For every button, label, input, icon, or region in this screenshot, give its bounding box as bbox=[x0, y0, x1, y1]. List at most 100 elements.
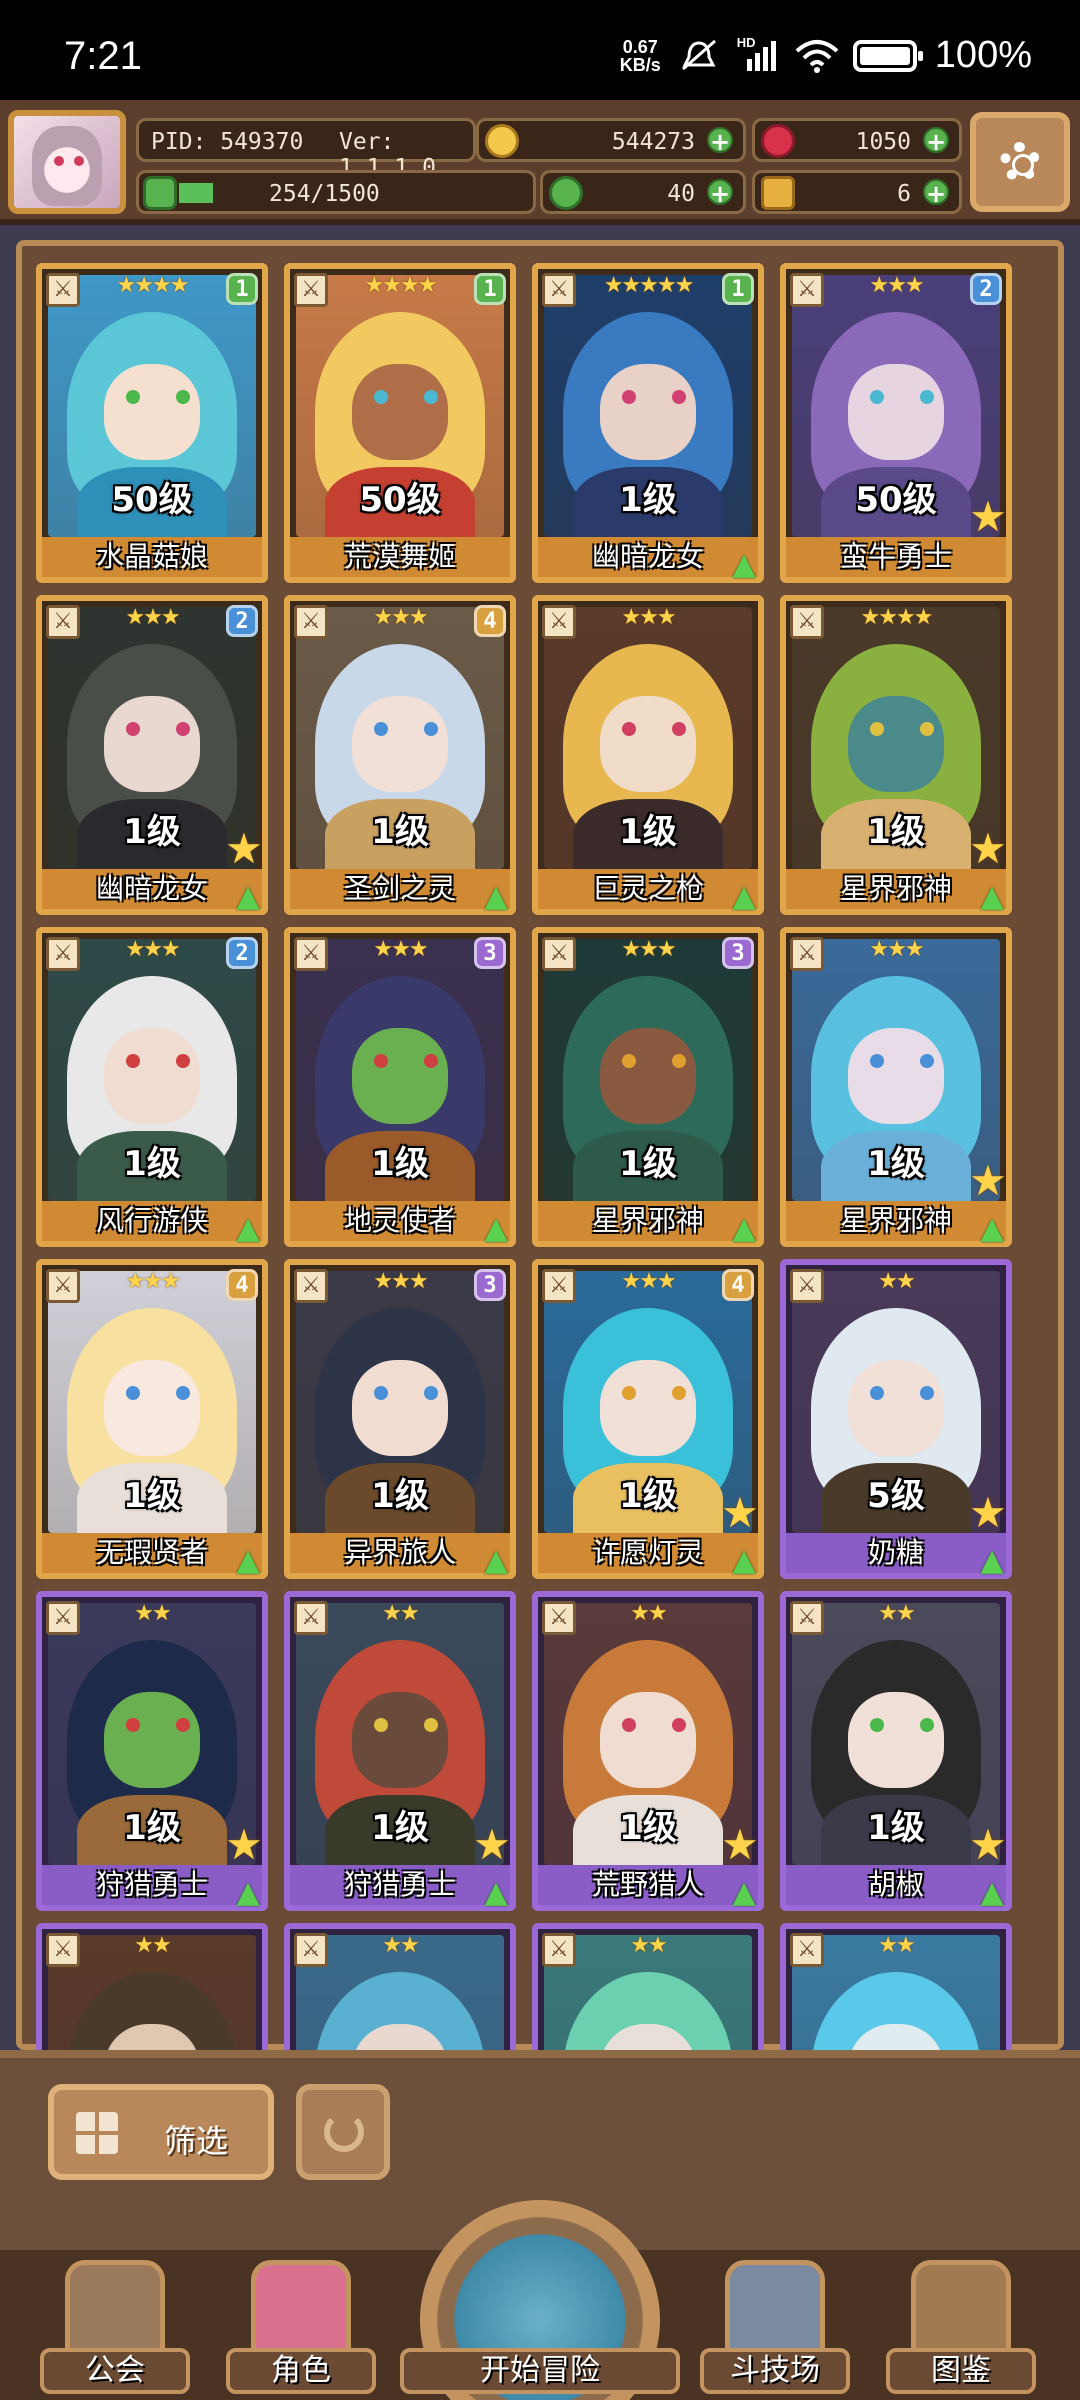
character-card[interactable]: ⚔ ★★★ 3 1级 地灵使者 ▲ bbox=[284, 927, 516, 1247]
arena-swords-icon bbox=[725, 2260, 825, 2356]
character-card[interactable]: ⚔ ★★★ 2 50级 蛮牛勇士 ★ bbox=[780, 263, 1012, 583]
gold-bar: 544273 + bbox=[476, 118, 746, 162]
nav-codex[interactable]: 图鉴 bbox=[886, 2260, 1036, 2400]
portrait-face bbox=[600, 1028, 696, 1125]
character-card[interactable]: ⚔ ★★★ 1级 巨灵之枪 ▲ bbox=[532, 595, 764, 915]
portrait-face bbox=[352, 1360, 448, 1457]
star-up-icon: ★ bbox=[969, 492, 1007, 541]
star-up-icon: ★ bbox=[473, 1820, 511, 1869]
energy-amount: 254/1500 bbox=[269, 181, 380, 207]
upgrade-arrow-icon: ▲ bbox=[236, 879, 260, 914]
signal-hd-label: HD bbox=[736, 34, 756, 50]
portrait-face bbox=[352, 696, 448, 793]
nav-guild[interactable]: 公会 bbox=[40, 2260, 190, 2400]
rank-badge: 3 bbox=[474, 1269, 506, 1301]
character-card[interactable]: ⚔ ★★★★ 1 50级 荒漠舞姬 bbox=[284, 263, 516, 583]
character-card[interactable]: ⚔ ★★ 5级 奶糖 ★ ▲ bbox=[780, 1259, 1012, 1579]
upgrade-arrow-icon: ▲ bbox=[236, 1875, 260, 1910]
key-amount: 6 bbox=[897, 181, 911, 207]
star-up-icon: ★ bbox=[969, 1820, 1007, 1869]
status-icons: 0.67 KB/s HD 100% bbox=[620, 34, 1032, 77]
star-up-icon: ★ bbox=[969, 824, 1007, 873]
nav-arena-label: 斗技场 bbox=[700, 2348, 850, 2394]
star-rating: ★★★ bbox=[869, 937, 924, 962]
nav-adventure[interactable]: 开始冒险 bbox=[400, 2200, 680, 2400]
nav-arena[interactable]: 斗技场 bbox=[700, 2260, 850, 2400]
character-card[interactable]: ⚔ ★★★ 3 1级 星界邪神 ▲ bbox=[532, 927, 764, 1247]
nav-codex-label: 图鉴 bbox=[886, 2348, 1036, 2394]
add-key-button[interactable]: + bbox=[923, 179, 949, 207]
nav-guild-label: 公会 bbox=[40, 2348, 190, 2394]
character-card[interactable]: ⚔ ★★★★★ 1 1级 幽暗龙女 ▲ bbox=[532, 263, 764, 583]
star-up-icon: ★ bbox=[721, 1820, 759, 1869]
character-grid[interactable]: ⚔ ★★★★ 1 50级 水晶菇娘 ⚔ ★★★★ 1 50级 荒漠舞姬 ⚔ ★★★★★ 1 1级 幽暗龙女 ▲… bbox=[36, 255, 1046, 2050]
player-avatar[interactable] bbox=[8, 110, 126, 214]
filter-button[interactable]: 筛选 bbox=[48, 2084, 274, 2180]
portrait-face bbox=[848, 1692, 944, 1789]
upgrade-arrow-icon: ▲ bbox=[732, 1211, 756, 1246]
clover-icon bbox=[549, 176, 583, 210]
character-card[interactable]: ⚔ ★★★★ 1 50级 水晶菇娘 bbox=[36, 263, 268, 583]
settings-button[interactable] bbox=[970, 112, 1070, 212]
portrait-face bbox=[848, 364, 944, 461]
character-card[interactable]: ⚔ ★★ 1级 胡椒 ★ ▲ bbox=[780, 1591, 1012, 1911]
portrait-face bbox=[848, 696, 944, 793]
portrait-face bbox=[848, 1360, 944, 1457]
rank-badge: 4 bbox=[722, 1269, 754, 1301]
upgrade-arrow-icon: ▲ bbox=[732, 879, 756, 914]
character-card[interactable]: ⚔ ★★★ 4 1级 圣剑之灵 ▲ bbox=[284, 595, 516, 915]
character-card[interactable]: ⚔ ★★ 1级 荒野猎人 ★ ▲ bbox=[532, 1591, 764, 1911]
upgrade-arrow-icon: ▲ bbox=[980, 879, 1004, 914]
gold-amount: 544273 bbox=[611, 129, 695, 155]
character-level: 1级 bbox=[371, 1144, 429, 1184]
character-card[interactable]: ⚔ ★★★ 2 1级 风行游侠 ▲ bbox=[36, 927, 268, 1247]
network-speed: 0.67 KB/s bbox=[620, 38, 661, 74]
star-up-icon: ★ bbox=[721, 1488, 759, 1537]
character-card[interactable]: ⚔ ★★★★ 1级 星界邪神 ★ ▲ bbox=[780, 595, 1012, 915]
upgrade-arrow-icon: ▲ bbox=[732, 1543, 756, 1578]
rank-badge: 4 bbox=[226, 1269, 258, 1301]
character-card[interactable]: ⚔ ★★★ 2 1级 幽暗龙女 ★ ▲ bbox=[36, 595, 268, 915]
star-rating: ★★★★ bbox=[860, 605, 934, 630]
player-id: PID: 549370 bbox=[151, 129, 304, 155]
character-card[interactable]: ⚔ ★★★ 4 1级 许愿灯灵 ★ ▲ bbox=[532, 1259, 764, 1579]
character-card[interactable]: ⚔ ★★★ 1级 星界邪神 ★ ▲ bbox=[780, 927, 1012, 1247]
character-card[interactable]: ⚔ ★★ 1级 狩猎勇士 ★ ▲ bbox=[284, 1591, 516, 1911]
signal-icon: HD bbox=[737, 35, 777, 73]
character-name: 荒漠舞姬 bbox=[290, 537, 510, 577]
character-card[interactable]: ⚔ ★★ 1级 狩猎勇士 ★ ▲ bbox=[36, 1591, 268, 1911]
add-clover-button[interactable]: + bbox=[707, 179, 733, 207]
character-level: 1级 bbox=[123, 1144, 181, 1184]
clover-energy-icon bbox=[143, 176, 177, 210]
portrait-face bbox=[104, 364, 200, 461]
upgrade-arrow-icon: ▲ bbox=[980, 1875, 1004, 1910]
character-level: 50级 bbox=[111, 480, 193, 520]
character-card[interactable]: ⚔ ★★★ 3 1级 异界旅人 ▲ bbox=[284, 1259, 516, 1579]
mute-icon bbox=[679, 39, 719, 73]
character-card[interactable]: ⚔ ★★ bbox=[532, 1923, 764, 2050]
rank-badge: 2 bbox=[226, 605, 258, 637]
rank-badge: 2 bbox=[226, 937, 258, 969]
character-level: 1级 bbox=[371, 1476, 429, 1516]
character-card[interactable]: ⚔ ★★ bbox=[780, 1923, 1012, 2050]
star-rating: ★★ bbox=[630, 1601, 667, 1626]
character-icon bbox=[251, 2260, 351, 2356]
player-info-bar: PID: 549370 Ver: 1.1.1.0 bbox=[136, 118, 476, 181]
star-rating: ★★ bbox=[134, 1933, 171, 1958]
add-gem-button[interactable]: + bbox=[923, 127, 949, 155]
nav-character[interactable]: 角色 bbox=[226, 2260, 376, 2400]
character-card[interactable]: ⚔ ★★ bbox=[36, 1923, 268, 2050]
nav-character-label: 角色 bbox=[226, 2348, 376, 2394]
add-gold-button[interactable]: + bbox=[707, 127, 733, 155]
portrait-face bbox=[352, 364, 448, 461]
character-card[interactable]: ⚔ ★★★ 4 1级 无瑕贤者 ▲ bbox=[36, 1259, 268, 1579]
star-up-icon: ★ bbox=[225, 1820, 263, 1869]
grid-icon bbox=[76, 2112, 118, 2154]
codex-book-icon bbox=[911, 2260, 1011, 2356]
character-card[interactable]: ⚔ ★★ bbox=[284, 1923, 516, 2050]
portrait-face bbox=[104, 1028, 200, 1125]
rank-badge: 1 bbox=[474, 273, 506, 305]
gem-amount: 1050 bbox=[855, 129, 911, 155]
portrait-face bbox=[104, 696, 200, 793]
refresh-button[interactable] bbox=[296, 2084, 390, 2180]
